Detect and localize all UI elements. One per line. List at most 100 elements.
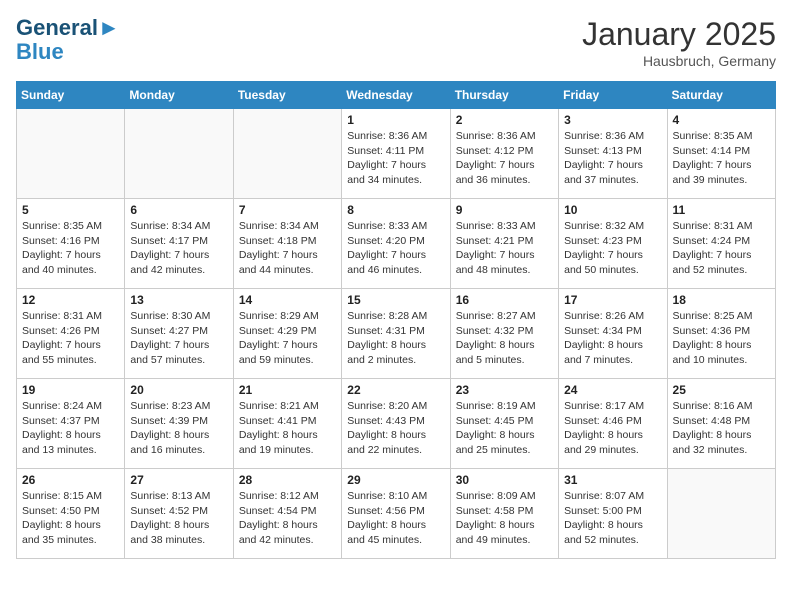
- location: Hausbruch, Germany: [582, 53, 776, 69]
- calendar-day-11: 11 Sunrise: 8:31 AM Sunset: 4:24 PM Dayli…: [667, 199, 775, 289]
- day-number: 22: [347, 383, 444, 397]
- calendar-day-28: 28Sunrise: 8:12 AM Sunset: 4:54 PM Dayli…: [233, 469, 341, 559]
- calendar-week-row: 5 Sunrise: 8:35 AM Sunset: 4:16 PM Daylig…: [17, 199, 776, 289]
- calendar-day-31: 31 Sunrise: 8:07 AM Sunset: 5:00 PM Dayli…: [559, 469, 667, 559]
- calendar-day-3: 3Sunrise: 8:36 AM Sunset: 4:13 PM Daylig…: [559, 109, 667, 199]
- day-info: Sunrise: 8:25 AM Sunset: 4:36 PM Dayligh…: [673, 309, 770, 368]
- logo-blue: Blue: [16, 40, 120, 64]
- calendar-week-row: 1 Sunrise: 8:36 AM Sunset: 4:11 PM Daylig…: [17, 109, 776, 199]
- day-number: 2: [456, 113, 553, 127]
- calendar-day-12: 12 Sunrise: 8:31 AM Sunset: 4:26 PM Dayli…: [17, 289, 125, 379]
- calendar-empty-cell: [233, 109, 341, 199]
- calendar-day-19: 19 Sunrise: 8:24 AM Sunset: 4:37 PM Dayli…: [17, 379, 125, 469]
- day-info: Sunrise: 8:36 AM Sunset: 4:11 PM Dayligh…: [347, 129, 444, 188]
- day-number: 6: [130, 203, 227, 217]
- day-info: Sunrise: 8:33 AM Sunset: 4:21 PM Dayligh…: [456, 219, 553, 278]
- calendar-day-9: 9Sunrise: 8:33 AM Sunset: 4:21 PM Daylig…: [450, 199, 558, 289]
- day-info: Sunrise: 8:27 AM Sunset: 4:32 PM Dayligh…: [456, 309, 553, 368]
- calendar-day-24: 24 Sunrise: 8:17 AM Sunset: 4:46 PM Dayli…: [559, 379, 667, 469]
- weekday-header-tuesday: Tuesday: [233, 82, 341, 109]
- day-number: 15: [347, 293, 444, 307]
- calendar-day-20: 20Sunrise: 8:23 AM Sunset: 4:39 PM Dayli…: [125, 379, 233, 469]
- calendar-day-4: 4 Sunrise: 8:35 AM Sunset: 4:14 PM Daylig…: [667, 109, 775, 199]
- day-info: Sunrise: 8:15 AM Sunset: 4:50 PM Dayligh…: [22, 489, 119, 548]
- day-info: Sunrise: 8:21 AM Sunset: 4:41 PM Dayligh…: [239, 399, 336, 458]
- day-number: 12: [22, 293, 119, 307]
- day-number: 8: [347, 203, 444, 217]
- logo-text: General►: [16, 16, 120, 40]
- calendar-day-13: 13 Sunrise: 8:30 AM Sunset: 4:27 PM Dayli…: [125, 289, 233, 379]
- day-info: Sunrise: 8:07 AM Sunset: 5:00 PM Dayligh…: [564, 489, 661, 548]
- page-header: General► Blue January 2025 Hausbruch, Ge…: [16, 16, 776, 69]
- day-number: 25: [673, 383, 770, 397]
- day-number: 13: [130, 293, 227, 307]
- day-number: 26: [22, 473, 119, 487]
- weekday-header-monday: Monday: [125, 82, 233, 109]
- day-info: Sunrise: 8:10 AM Sunset: 4:56 PM Dayligh…: [347, 489, 444, 548]
- calendar-table: SundayMondayTuesdayWednesdayThursdayFrid…: [16, 81, 776, 559]
- day-number: 19: [22, 383, 119, 397]
- logo: General► Blue: [16, 16, 120, 64]
- calendar-day-14: 14 Sunrise: 8:29 AM Sunset: 4:29 PM Dayli…: [233, 289, 341, 379]
- day-number: 1: [347, 113, 444, 127]
- day-number: 31: [564, 473, 661, 487]
- title-area: January 2025 Hausbruch, Germany: [582, 16, 776, 69]
- calendar-day-5: 5 Sunrise: 8:35 AM Sunset: 4:16 PM Daylig…: [17, 199, 125, 289]
- weekday-header-saturday: Saturday: [667, 82, 775, 109]
- day-info: Sunrise: 8:16 AM Sunset: 4:48 PM Dayligh…: [673, 399, 770, 458]
- weekday-header-sunday: Sunday: [17, 82, 125, 109]
- day-number: 11: [673, 203, 770, 217]
- day-info: Sunrise: 8:32 AM Sunset: 4:23 PM Dayligh…: [564, 219, 661, 278]
- day-number: 30: [456, 473, 553, 487]
- day-number: 10: [564, 203, 661, 217]
- day-info: Sunrise: 8:35 AM Sunset: 4:16 PM Dayligh…: [22, 219, 119, 278]
- weekday-header-thursday: Thursday: [450, 82, 558, 109]
- day-number: 5: [22, 203, 119, 217]
- day-info: Sunrise: 8:24 AM Sunset: 4:37 PM Dayligh…: [22, 399, 119, 458]
- day-number: 21: [239, 383, 336, 397]
- calendar-day-17: 17 Sunrise: 8:26 AM Sunset: 4:34 PM Dayli…: [559, 289, 667, 379]
- day-info: Sunrise: 8:36 AM Sunset: 4:12 PM Dayligh…: [456, 129, 553, 188]
- calendar-day-1: 1 Sunrise: 8:36 AM Sunset: 4:11 PM Daylig…: [342, 109, 450, 199]
- day-number: 29: [347, 473, 444, 487]
- calendar-day-23: 23Sunrise: 8:19 AM Sunset: 4:45 PM Dayli…: [450, 379, 558, 469]
- day-info: Sunrise: 8:31 AM Sunset: 4:26 PM Dayligh…: [22, 309, 119, 368]
- day-number: 7: [239, 203, 336, 217]
- day-number: 17: [564, 293, 661, 307]
- day-info: Sunrise: 8:35 AM Sunset: 4:14 PM Dayligh…: [673, 129, 770, 188]
- day-info: Sunrise: 8:17 AM Sunset: 4:46 PM Dayligh…: [564, 399, 661, 458]
- calendar-day-21: 21 Sunrise: 8:21 AM Sunset: 4:41 PM Dayli…: [233, 379, 341, 469]
- day-info: Sunrise: 8:09 AM Sunset: 4:58 PM Dayligh…: [456, 489, 553, 548]
- day-number: 23: [456, 383, 553, 397]
- calendar-empty-cell: [125, 109, 233, 199]
- calendar-week-row: 19 Sunrise: 8:24 AM Sunset: 4:37 PM Dayli…: [17, 379, 776, 469]
- calendar-day-6: 6Sunrise: 8:34 AM Sunset: 4:17 PM Daylig…: [125, 199, 233, 289]
- calendar-day-30: 30 Sunrise: 8:09 AM Sunset: 4:58 PM Dayli…: [450, 469, 558, 559]
- calendar-empty-cell: [667, 469, 775, 559]
- day-number: 16: [456, 293, 553, 307]
- day-number: 27: [130, 473, 227, 487]
- day-info: Sunrise: 8:34 AM Sunset: 4:18 PM Dayligh…: [239, 219, 336, 278]
- day-info: Sunrise: 8:12 AM Sunset: 4:54 PM Dayligh…: [239, 489, 336, 548]
- day-info: Sunrise: 8:26 AM Sunset: 4:34 PM Dayligh…: [564, 309, 661, 368]
- calendar-day-29: 29 Sunrise: 8:10 AM Sunset: 4:56 PM Dayli…: [342, 469, 450, 559]
- day-info: Sunrise: 8:33 AM Sunset: 4:20 PM Dayligh…: [347, 219, 444, 278]
- day-number: 24: [564, 383, 661, 397]
- calendar-day-27: 27 Sunrise: 8:13 AM Sunset: 4:52 PM Dayli…: [125, 469, 233, 559]
- day-info: Sunrise: 8:28 AM Sunset: 4:31 PM Dayligh…: [347, 309, 444, 368]
- weekday-header-wednesday: Wednesday: [342, 82, 450, 109]
- day-number: 4: [673, 113, 770, 127]
- weekday-header-friday: Friday: [559, 82, 667, 109]
- calendar-day-7: 7 Sunrise: 8:34 AM Sunset: 4:18 PM Daylig…: [233, 199, 341, 289]
- day-number: 20: [130, 383, 227, 397]
- calendar-day-2: 2 Sunrise: 8:36 AM Sunset: 4:12 PM Daylig…: [450, 109, 558, 199]
- day-info: Sunrise: 8:29 AM Sunset: 4:29 PM Dayligh…: [239, 309, 336, 368]
- day-info: Sunrise: 8:30 AM Sunset: 4:27 PM Dayligh…: [130, 309, 227, 368]
- calendar-week-row: 26 Sunrise: 8:15 AM Sunset: 4:50 PM Dayli…: [17, 469, 776, 559]
- day-info: Sunrise: 8:13 AM Sunset: 4:52 PM Dayligh…: [130, 489, 227, 548]
- day-number: 3: [564, 113, 661, 127]
- calendar-day-25: 25 Sunrise: 8:16 AM Sunset: 4:48 PM Dayli…: [667, 379, 775, 469]
- day-info: Sunrise: 8:31 AM Sunset: 4:24 PM Dayligh…: [673, 219, 770, 278]
- day-number: 14: [239, 293, 336, 307]
- calendar-week-row: 12 Sunrise: 8:31 AM Sunset: 4:26 PM Dayli…: [17, 289, 776, 379]
